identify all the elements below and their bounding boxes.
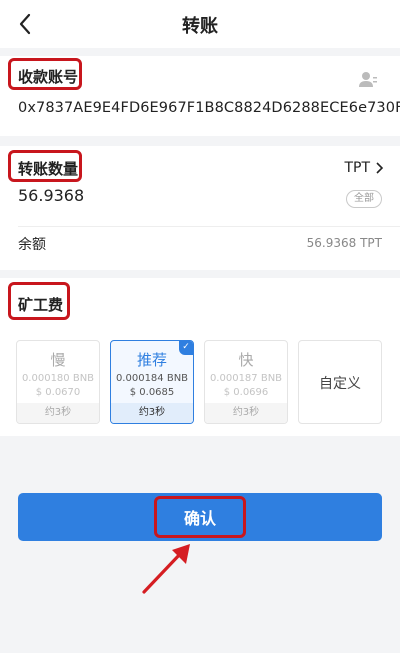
highlight-box-confirm bbox=[154, 496, 246, 538]
fee-option-time: 约3秒 bbox=[205, 403, 287, 423]
fee-option-recommended[interactable]: ✓ 推荐 0.000184 BNB $ 0.0685 约3秒 bbox=[110, 340, 194, 424]
fee-option-time: 约3秒 bbox=[17, 403, 99, 423]
fee-option-usd: $ 0.0685 bbox=[129, 387, 175, 398]
fee-option-name: 推荐 bbox=[136, 351, 167, 369]
recipient-label: 收款账号 bbox=[18, 68, 79, 86]
fee-option-name: 快 bbox=[238, 351, 254, 369]
balance-label: 余额 bbox=[18, 237, 46, 253]
fee-option-bnb: 0.000184 BNB bbox=[115, 373, 189, 384]
divider bbox=[18, 226, 400, 227]
amount-label: 转账数量 bbox=[18, 160, 79, 178]
fee-option-custom[interactable]: 自定义 bbox=[298, 340, 382, 424]
fee-option-slow[interactable]: 慢 0.000180 BNB $ 0.0670 约3秒 bbox=[16, 340, 100, 424]
amount-input[interactable] bbox=[18, 186, 318, 205]
amount-card: 转账数量 TPT 全部 余额 56.9368 TPT bbox=[0, 146, 400, 270]
all-button[interactable]: 全部 bbox=[346, 190, 382, 208]
fee-option-usd: $ 0.0696 bbox=[223, 387, 269, 398]
recipient-address-field[interactable]: 0x7837AE9E4FD6E967F1B8C8824D6288ECE6e730… bbox=[18, 100, 400, 116]
page-title: 转账 bbox=[182, 16, 218, 37]
fee-card: 矿工费 慢 0.000180 BNB $ 0.0670 约3秒 ✓ 推荐 0.0… bbox=[0, 278, 400, 436]
token-selector[interactable]: TPT bbox=[344, 160, 384, 176]
fee-option-name: 慢 bbox=[50, 351, 66, 369]
fee-option-name: 自定义 bbox=[319, 376, 361, 392]
fee-option-fast[interactable]: 快 0.000187 BNB $ 0.0696 约3秒 bbox=[204, 340, 288, 424]
balance-value: 56.9368 TPT bbox=[306, 236, 382, 250]
recipient-card: 收款账号 0x7837AE9E4FD6E967F1B8C8824D6288ECE… bbox=[0, 56, 400, 136]
pointer-arrow-icon bbox=[142, 544, 190, 594]
chevron-right-icon bbox=[376, 162, 384, 174]
fee-label: 矿工费 bbox=[18, 296, 64, 314]
contacts-icon bbox=[359, 72, 377, 87]
header-bar: 转账 bbox=[0, 0, 400, 48]
token-name: TPT bbox=[344, 160, 370, 176]
fee-option-usd: $ 0.0670 bbox=[35, 387, 81, 398]
fee-option-bnb: 0.000180 BNB bbox=[21, 373, 95, 384]
fee-option-bnb: 0.000187 BNB bbox=[209, 373, 283, 384]
fee-option-time: 约3秒 bbox=[111, 403, 193, 423]
contacts-button[interactable] bbox=[358, 70, 378, 88]
